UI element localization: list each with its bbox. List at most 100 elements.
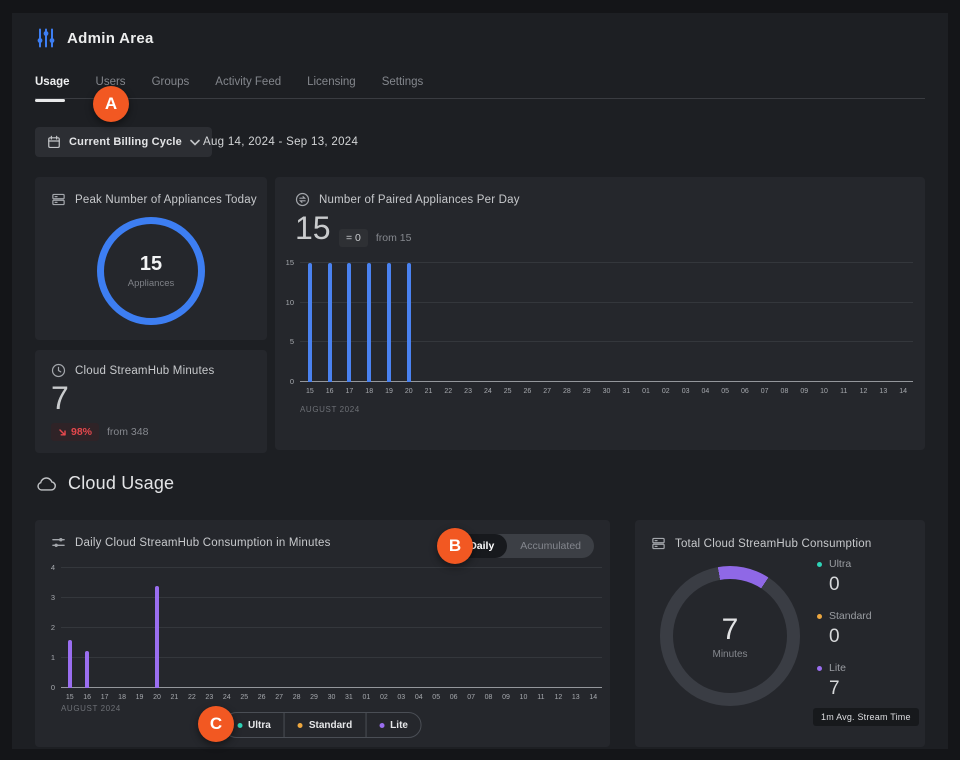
x-axis-tick: 21: [425, 388, 433, 395]
x-axis-tick: 11: [840, 388, 847, 395]
y-axis-tick: 15: [286, 258, 294, 267]
breakdown-label: Standard: [829, 610, 872, 622]
lite-dot-icon: [379, 723, 384, 728]
bar-day-18: [367, 263, 371, 382]
toggle-option-accumulated[interactable]: Accumulated: [507, 534, 594, 558]
pairing-sync-icon: [295, 192, 310, 207]
x-axis-tick: 27: [275, 694, 283, 701]
annotation-marker-b: B: [437, 528, 473, 564]
breakdown-label: Lite: [829, 662, 846, 674]
x-axis-tick: 05: [432, 694, 440, 701]
chevron-down-icon: [190, 139, 200, 146]
gridline-5: [300, 341, 913, 342]
peak-value: 15: [140, 253, 162, 276]
x-axis-tick: 17: [101, 694, 109, 701]
x-axis-tick: 18: [118, 694, 126, 701]
x-axis-tick: 16: [326, 388, 334, 395]
x-axis-tick: 16: [83, 694, 91, 701]
x-axis-tick: 23: [464, 388, 472, 395]
x-axis-tick: 10: [520, 694, 528, 701]
x-axis-tick: 06: [741, 388, 749, 395]
breakdown-item-standard: Standard0: [817, 610, 872, 648]
peak-unit: Appliances: [128, 278, 174, 289]
daily-bar-chart: 0123415161718192021222324252627282930310…: [61, 568, 602, 688]
legend-label: Lite: [390, 720, 408, 731]
ultra-dot-icon: [237, 723, 242, 728]
minutes-delta-value: 98%: [71, 426, 92, 438]
daily-chart-month-label: AUGUST 2024: [61, 704, 121, 713]
x-axis-tick: 21: [171, 694, 179, 701]
tab-divider: [35, 98, 925, 99]
paired-value: 15: [295, 210, 331, 247]
bar-day-16: [85, 651, 89, 689]
minutes-from-text: from 348: [107, 426, 148, 438]
x-axis-tick: 05: [721, 388, 729, 395]
breakdown-value: 0: [829, 574, 872, 596]
x-axis-tick: 07: [761, 388, 769, 395]
bar-day-19: [387, 263, 391, 382]
x-axis-tick: 25: [240, 694, 248, 701]
sliders-logo-icon: [35, 27, 57, 49]
x-axis-tick: 08: [781, 388, 789, 395]
x-axis-tick: 12: [554, 694, 562, 701]
paired-card-title: Number of Paired Appliances Per Day: [319, 194, 520, 206]
paired-from-text: from 15: [376, 232, 412, 244]
legend-item-standard[interactable]: Standard: [284, 713, 365, 737]
x-axis-tick: 23: [205, 694, 213, 701]
breakdown-head: Lite: [817, 662, 872, 674]
legend-label: Standard: [309, 720, 352, 731]
x-axis-tick: 13: [572, 694, 580, 701]
bar-day-16: [328, 263, 332, 382]
x-axis-tick: 19: [385, 388, 393, 395]
total-consumption-card: Total Cloud StreamHub Consumption 7 Minu…: [635, 520, 925, 747]
paired-chart-month-label: AUGUST 2024: [300, 405, 360, 414]
y-axis-tick: 4: [51, 563, 55, 572]
x-axis-tick: 30: [328, 694, 336, 701]
billing-date-range: Aug 14, 2024 - Sep 13, 2024: [203, 136, 358, 148]
x-axis-tick: 30: [603, 388, 611, 395]
peak-appliances-card: Peak Number of Appliances Today 15 Appli…: [35, 177, 267, 340]
stats-sliders-icon: [51, 536, 66, 549]
x-axis-tick: 04: [701, 388, 709, 395]
x-axis-tick: 19: [136, 694, 144, 701]
bar-day-20: [155, 586, 159, 688]
x-axis-tick: 31: [622, 388, 630, 395]
paired-per-day-card: Number of Paired Appliances Per Day 15 =…: [275, 177, 925, 450]
x-axis-tick: 09: [800, 388, 808, 395]
appliance-icon: [51, 192, 66, 207]
breakdown-head: Standard: [817, 610, 872, 622]
cloud-usage-section-header: Cloud Usage: [35, 473, 174, 494]
calendar-icon: [47, 135, 61, 149]
breakdown-item-ultra: Ultra 0: [817, 558, 872, 596]
gridline-0: [61, 687, 602, 688]
breakdown-label: Ultra: [829, 558, 851, 570]
x-axis-tick: 11: [537, 694, 544, 701]
appliance-icon: [651, 536, 666, 551]
x-axis-tick: 20: [153, 694, 161, 701]
x-axis-tick: 14: [589, 694, 597, 701]
x-axis-tick: 06: [450, 694, 458, 701]
gridline-4: [61, 567, 602, 568]
billing-cycle-dropdown[interactable]: Current Billing Cycle: [35, 127, 212, 157]
tier-breakdown-list: Ultra0Standard0Lite7: [817, 558, 872, 700]
y-axis-tick: 2: [51, 623, 55, 632]
x-axis-tick: 07: [467, 694, 475, 701]
x-axis-tick: 08: [485, 694, 493, 701]
total-card-title: Total Cloud StreamHub Consumption: [675, 538, 871, 550]
legend-item-lite[interactable]: Lite: [365, 713, 421, 737]
x-axis-tick: 01: [362, 694, 370, 701]
total-value: 7: [722, 613, 739, 647]
bar-day-15: [68, 640, 72, 688]
y-axis-tick: 5: [290, 337, 294, 346]
x-axis-tick: 26: [523, 388, 531, 395]
x-axis-tick: 15: [306, 388, 314, 395]
legend-label: Ultra: [248, 720, 271, 731]
x-axis-tick: 02: [380, 694, 388, 701]
peak-card-title: Peak Number of Appliances Today: [75, 194, 257, 206]
total-unit: Minutes: [712, 649, 747, 660]
x-axis-tick: 03: [397, 694, 405, 701]
x-axis-tick: 09: [502, 694, 510, 701]
peak-ring: 15 Appliances: [97, 217, 205, 325]
gridline-2: [61, 627, 602, 628]
x-axis-tick: 17: [346, 388, 354, 395]
